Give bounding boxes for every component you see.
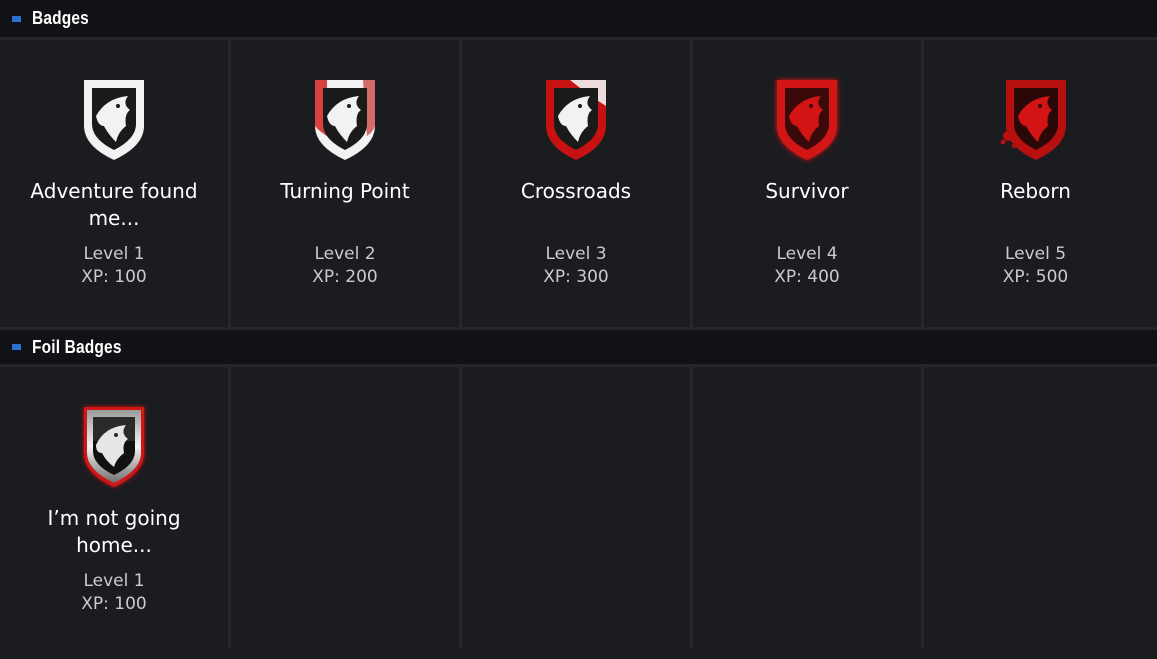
badge-xp: XP: 100 — [81, 594, 147, 614]
empty-badge-slot — [462, 367, 693, 649]
badge-xp: XP: 300 — [543, 267, 609, 287]
badge-xp: XP: 500 — [1002, 267, 1069, 287]
badge-card[interactable]: I’m not going home... Level 1 XP: 100 — [0, 367, 231, 649]
badge-card[interactable]: Adventure found me... Level 1 XP: 100 — [0, 40, 231, 327]
badge-card[interactable]: Reborn Level 5 XP: 500 — [924, 40, 1147, 327]
eagle-shield-badge-icon — [315, 80, 375, 160]
section-title: Badges — [32, 8, 89, 28]
eagle-shield-badge-icon — [1000, 80, 1066, 160]
eagle-shield-badge-icon — [546, 80, 606, 160]
badges-section-header: Badges — [0, 0, 1157, 40]
badge-level: Level 5 — [1004, 244, 1067, 264]
eagle-shield-badge-icon — [84, 80, 144, 160]
badge-name: Adventure found me... — [30, 179, 198, 230]
badge-name: Turning Point — [280, 179, 410, 203]
badge-level: Level 2 — [314, 244, 376, 264]
section-title: Foil Badges — [32, 336, 122, 357]
badge-card[interactable]: Crossroads Level 3 XP: 300 — [462, 40, 693, 327]
badge-name: Reborn — [1000, 179, 1071, 203]
square-marker-icon — [12, 15, 21, 22]
badge-name: Crossroads — [520, 179, 632, 203]
eagle-shield-badge-icon — [84, 407, 144, 487]
empty-badge-slot — [924, 367, 1147, 649]
foil-badges-grid: I’m not going home... Level 1 XP: 100 — [0, 367, 1157, 649]
badge-xp: XP: 400 — [774, 267, 840, 287]
badge-name: I’m not going home... — [47, 506, 181, 557]
badge-level: Level 1 — [83, 571, 145, 591]
foil-badges-section-header: Foil Badges — [0, 327, 1157, 367]
badge-card[interactable]: Turning Point Level 2 XP: 200 — [231, 40, 462, 327]
badge-xp: XP: 200 — [312, 267, 378, 287]
badge-xp: XP: 100 — [81, 267, 147, 287]
eagle-shield-badge-icon — [777, 80, 837, 160]
badges-grid: Adventure found me... Level 1 XP: 100 Tu… — [0, 40, 1157, 327]
badge-level: Level 3 — [545, 244, 607, 264]
badge-name: Survivor — [765, 179, 849, 203]
badge-level: Level 1 — [83, 244, 145, 264]
empty-badge-slot — [693, 367, 924, 649]
empty-badge-slot — [231, 367, 462, 649]
badge-card[interactable]: Survivor Level 4 XP: 400 — [693, 40, 924, 327]
badge-level: Level 4 — [776, 244, 838, 264]
square-marker-icon — [12, 344, 21, 350]
